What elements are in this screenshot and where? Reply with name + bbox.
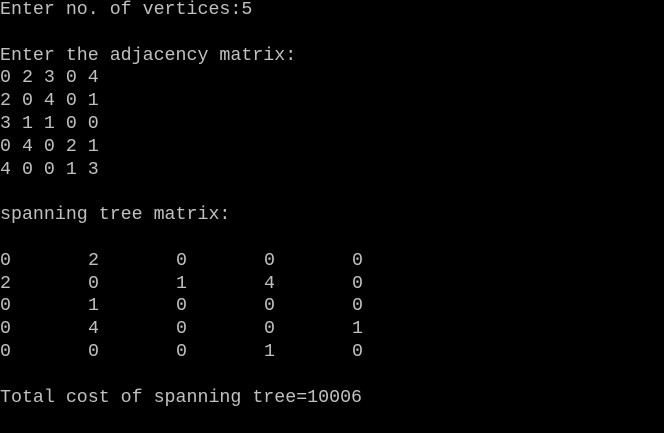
spanning-heading: spanning tree matrix: (0, 205, 231, 226)
matrix-cell: 0 (88, 273, 99, 294)
matrix-prompt: Enter the adjacency matrix: (0, 45, 297, 66)
matrix-cell: 1 (352, 319, 363, 340)
matrix-cell: 1 (88, 296, 99, 317)
matrix-cell: 0 (352, 342, 363, 362)
matrix-cell: 0 (88, 342, 99, 362)
matrix-cell: 0 (0, 342, 11, 362)
matrix-cell: 0 (0, 319, 11, 340)
matrix-cell: 0 (0, 296, 11, 317)
matrix-cell: 4 (88, 319, 99, 340)
matrix-cell: 0 (176, 342, 187, 362)
matrix-cell: 0 (352, 250, 363, 271)
total-cost: Total cost of spanning tree=10006 (0, 387, 363, 408)
matrix-cell: 0 (176, 296, 187, 317)
adjacency-row: 0 4 0 2 1 (0, 136, 99, 157)
matrix-cell: 2 (0, 273, 11, 294)
matrix-cell: 0 (176, 319, 187, 340)
matrix-cell: 2 (88, 250, 99, 271)
vertices-prompt: Enter no. of vertices:5 (0, 0, 253, 20)
matrix-cell: 0 (0, 250, 11, 271)
adjacency-row: 2 0 4 0 1 (0, 91, 99, 112)
matrix-cell: 0 (264, 319, 275, 340)
matrix-cell: 1 (176, 273, 187, 294)
adjacency-row: 4 0 0 1 3 (0, 159, 99, 180)
matrix-cell: 0 (352, 273, 363, 294)
matrix-cell: 0 (176, 250, 187, 271)
matrix-cell: 0 (264, 296, 275, 317)
matrix-cell: 0 (264, 250, 275, 271)
matrix-cell: 0 (352, 296, 363, 317)
console-output: Enter no. of vertices:5 Enter the adjace… (0, 0, 664, 433)
matrix-cell: 1 (264, 342, 275, 362)
adjacency-row: 3 1 1 0 0 (0, 114, 99, 134)
matrix-cell: 4 (264, 273, 275, 294)
adjacency-row: 0 2 3 0 4 (0, 68, 99, 89)
